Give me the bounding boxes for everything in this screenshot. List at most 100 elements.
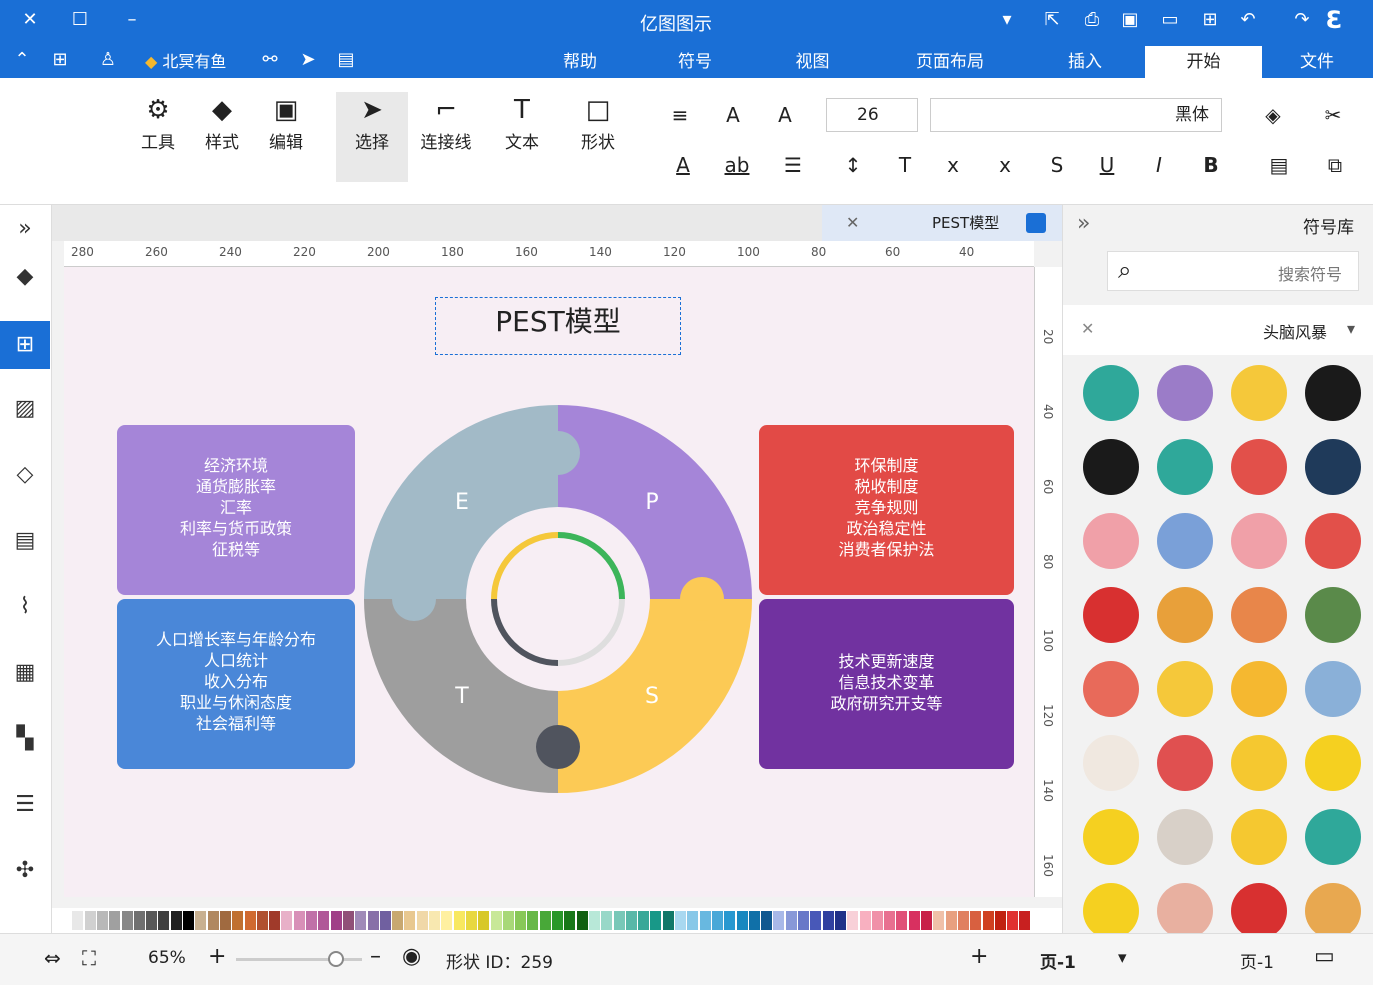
color-swatch[interactable] xyxy=(908,911,920,930)
brainstorm-symbol-icon[interactable] xyxy=(1231,809,1287,865)
color-swatch[interactable] xyxy=(847,911,859,930)
font-decrease-icon[interactable]: A xyxy=(716,98,750,132)
list-icon[interactable]: ☰ xyxy=(776,148,810,182)
page-label[interactable]: 页-1 xyxy=(1240,948,1274,973)
color-swatch[interactable] xyxy=(502,911,514,930)
fullscreen-icon[interactable]: ⛶ xyxy=(82,946,96,970)
zoom-level[interactable]: 65% xyxy=(148,948,186,968)
color-swatch[interactable] xyxy=(109,911,121,930)
color-swatch[interactable] xyxy=(170,911,182,930)
page-menu-icon[interactable]: ▾ xyxy=(1118,948,1127,968)
color-swatch[interactable] xyxy=(699,911,711,930)
color-swatch[interactable] xyxy=(318,911,330,930)
color-swatch[interactable] xyxy=(994,911,1006,930)
color-swatch[interactable] xyxy=(810,911,822,930)
collapse-ribbon-icon[interactable]: ⌃ xyxy=(10,48,34,72)
brainstorm-symbol-icon[interactable] xyxy=(1231,365,1287,421)
color-swatch[interactable] xyxy=(748,911,760,930)
print-icon[interactable]: ⎙ xyxy=(1080,8,1104,32)
color-swatch[interactable] xyxy=(625,911,637,930)
dropdown-icon[interactable]: ▾ xyxy=(995,8,1019,32)
color-swatch[interactable] xyxy=(146,911,158,930)
color-swatch[interactable] xyxy=(207,911,219,930)
menu-file[interactable]: 文件 xyxy=(1272,46,1362,78)
maximize-icon[interactable]: ☐ xyxy=(68,8,92,32)
brainstorm-symbol-icon[interactable] xyxy=(1305,809,1361,865)
brainstorm-symbol-icon[interactable] xyxy=(1083,439,1139,495)
brainstorm-symbol-icon[interactable] xyxy=(1231,513,1287,569)
symbols-icon[interactable]: ⊞ xyxy=(0,321,50,369)
color-swatch[interactable] xyxy=(342,911,354,930)
color-swatch[interactable] xyxy=(306,911,317,930)
color-swatch[interactable] xyxy=(96,911,108,930)
brainstorm-symbol-icon[interactable] xyxy=(1157,365,1213,421)
new-icon[interactable]: ⊞ xyxy=(1198,8,1222,32)
color-swatch[interactable] xyxy=(601,911,613,930)
zoom-slider[interactable] xyxy=(236,951,362,967)
font-increase-icon[interactable]: A xyxy=(768,98,802,132)
color-swatch[interactable] xyxy=(416,911,428,930)
menu-insert[interactable]: 插入 xyxy=(1045,46,1125,78)
color-swatch[interactable] xyxy=(798,911,809,930)
brainstorm-symbol-icon[interactable] xyxy=(1157,809,1213,865)
symbol-search-input[interactable]: ⌕ 搜索符号 xyxy=(1107,251,1359,291)
color-swatch[interactable] xyxy=(957,911,969,930)
color-swatch[interactable] xyxy=(429,911,440,930)
brainstorm-symbol-icon[interactable] xyxy=(1083,661,1139,717)
minimize-icon[interactable]: – xyxy=(120,8,144,32)
brainstorm-symbol-icon[interactable] xyxy=(1083,809,1139,865)
color-swatch[interactable] xyxy=(453,911,465,930)
collapse-panel-icon[interactable]: » xyxy=(1077,211,1090,236)
color-swatch[interactable] xyxy=(60,911,71,930)
brainstorm-symbol-icon[interactable] xyxy=(1157,439,1213,495)
color-swatch[interactable] xyxy=(490,911,502,930)
undo-icon[interactable]: ↶ xyxy=(1236,8,1260,32)
redo-icon[interactable]: ↷ xyxy=(1290,8,1314,32)
brainstorm-symbol-icon[interactable] xyxy=(1231,439,1287,495)
brainstorm-symbol-icon[interactable] xyxy=(1305,587,1361,643)
color-swatch[interactable] xyxy=(822,911,834,930)
format-painter-icon[interactable]: ◈ xyxy=(1256,98,1290,132)
close-category-icon[interactable]: ✕ xyxy=(1081,319,1094,338)
color-swatch[interactable] xyxy=(871,911,883,930)
text-button[interactable]: T 文本 xyxy=(496,92,548,153)
font-color-icon[interactable]: A xyxy=(666,148,700,182)
paste-icon[interactable]: ▤ xyxy=(1262,148,1296,182)
card-social[interactable]: 人口增长率与年龄分布 人口统计 收入分布 职业与休闲态度 社会福利等 xyxy=(117,599,355,769)
brainstorm-symbol-icon[interactable] xyxy=(1231,883,1287,939)
color-swatch[interactable] xyxy=(933,911,945,930)
color-swatch[interactable] xyxy=(84,911,96,930)
brainstorm-symbol-icon[interactable] xyxy=(1305,513,1361,569)
color-swatch[interactable] xyxy=(945,911,957,930)
zoom-slider-handle[interactable] xyxy=(328,951,344,967)
pest-puzzle[interactable]: P E S T xyxy=(362,403,754,795)
play-icon[interactable]: ◉ xyxy=(402,944,421,969)
image-icon[interactable]: ▨ xyxy=(0,385,50,433)
color-swatch[interactable] xyxy=(675,911,686,930)
brainstorm-symbol-icon[interactable] xyxy=(1305,365,1361,421)
color-swatch[interactable] xyxy=(121,911,133,930)
color-swatch[interactable] xyxy=(330,911,342,930)
color-swatch[interactable] xyxy=(219,911,231,930)
grid-icon[interactable]: ▚ xyxy=(0,715,50,763)
color-swatch[interactable] xyxy=(884,911,896,930)
text-format-icon[interactable]: T xyxy=(888,148,922,182)
save-icon[interactable]: ▣ xyxy=(1118,8,1142,32)
brainstorm-symbol-icon[interactable] xyxy=(1083,587,1139,643)
color-swatch[interactable] xyxy=(588,911,600,930)
color-swatch[interactable] xyxy=(269,911,281,930)
strikethrough-icon[interactable]: S xyxy=(1040,148,1074,182)
fit-width-icon[interactable]: ⇔ xyxy=(44,946,61,970)
color-swatch[interactable] xyxy=(183,911,194,930)
color-swatch[interactable] xyxy=(638,911,650,930)
color-swatch[interactable] xyxy=(404,911,416,930)
color-swatch[interactable] xyxy=(859,911,871,930)
color-swatch[interactable] xyxy=(379,911,391,930)
color-swatch[interactable] xyxy=(133,911,145,930)
menu-home[interactable]: 开始 xyxy=(1145,46,1262,78)
color-swatch[interactable] xyxy=(158,911,170,930)
page-view-icon[interactable]: ▭ xyxy=(1314,944,1335,969)
brainstorm-symbol-icon[interactable] xyxy=(1231,587,1287,643)
theme-icon[interactable]: ♙ xyxy=(96,48,120,72)
color-swatch[interactable] xyxy=(441,911,453,930)
